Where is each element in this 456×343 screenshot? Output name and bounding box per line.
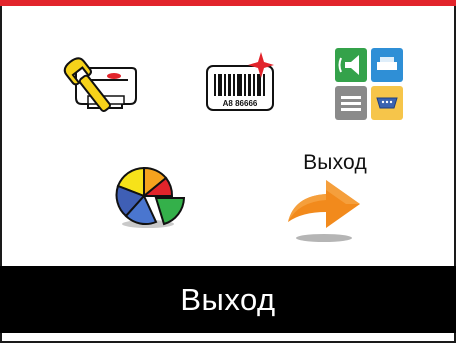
top-accent-bar	[0, 0, 456, 6]
selected-item-title-bar: Выход	[0, 266, 456, 333]
pie-chart-icon	[115, 166, 186, 228]
exit-arrow-icon	[288, 180, 360, 242]
barcode-icon: A8 86666	[206, 52, 274, 111]
menu-item-interfaces[interactable]	[333, 46, 405, 122]
menu-item-exit[interactable]	[284, 174, 364, 246]
barcode-caption: A8 86666	[223, 99, 258, 108]
menu-item-statistics[interactable]	[112, 164, 188, 230]
menu-item-barcode[interactable]: A8 86666	[203, 52, 279, 114]
exit-icon-label: Выход	[303, 151, 367, 174]
main-menu-screen: A8 86666 Выход Выход	[0, 0, 456, 343]
interfaces-icon	[335, 48, 403, 120]
menu-item-settings[interactable]	[62, 54, 140, 116]
selected-item-title: Выход	[180, 281, 276, 317]
settings-wrench-icon	[63, 57, 137, 112]
